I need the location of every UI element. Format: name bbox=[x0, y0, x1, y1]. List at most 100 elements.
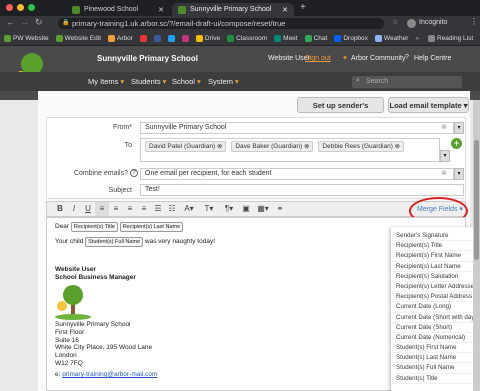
image-icon[interactable]: ▣ bbox=[239, 202, 253, 216]
combine-dropdown-icon[interactable]: ▾ bbox=[454, 168, 464, 180]
remove-icon[interactable]: ⊗ bbox=[395, 143, 400, 150]
incognito-label[interactable]: Incognito bbox=[419, 19, 447, 26]
community-link[interactable]: Arbor Community bbox=[351, 55, 405, 62]
reload-icon[interactable]: ↻ bbox=[35, 17, 43, 28]
body-line: Your child Student(s) Full Name was very… bbox=[55, 237, 215, 247]
bookmark-weather[interactable]: Weather bbox=[374, 34, 408, 42]
page-scrollbar[interactable] bbox=[473, 100, 480, 391]
tab-close-icon[interactable]: ✕ bbox=[158, 6, 164, 14]
instagram-icon[interactable] bbox=[181, 34, 189, 42]
nav-label: My Items bbox=[88, 77, 119, 86]
recipient-chip[interactable]: Dave Baker (Guardian) ⊗ bbox=[231, 141, 314, 152]
drive-icon bbox=[195, 34, 203, 42]
merge-field-item[interactable]: Current Date (Numerical) bbox=[391, 333, 480, 344]
font-color-icon[interactable]: A▾ bbox=[179, 202, 199, 216]
set-up-signature-button[interactable]: Set up sender's signature bbox=[297, 97, 384, 125]
browser-tab[interactable]: Pinewood School ✕ bbox=[66, 3, 170, 16]
scrollbar-thumb[interactable] bbox=[474, 140, 479, 260]
to-dropdown-icon[interactable]: ▾ bbox=[440, 150, 450, 162]
font-size-icon[interactable]: T▾ bbox=[199, 202, 219, 216]
school-name[interactable]: Sunnyville Primary School bbox=[97, 54, 198, 63]
help-icon[interactable]: ? bbox=[130, 169, 138, 177]
bookmark-website-edit[interactable]: Website Edit bbox=[55, 34, 101, 42]
merge-field-item[interactable]: Recipient(s) Postal Address bbox=[391, 292, 480, 303]
link-icon[interactable]: ⚭ bbox=[273, 202, 287, 216]
combine-select[interactable]: One email per recipient, for each studen… bbox=[140, 168, 454, 180]
bookmark-drive[interactable]: Drive bbox=[195, 34, 220, 42]
recipient-chip[interactable]: David Patel (Guardian) ⊗ bbox=[145, 141, 227, 152]
leaf-icon bbox=[4, 34, 11, 42]
twitter-icon[interactable] bbox=[167, 34, 175, 42]
remove-icon[interactable]: ⊗ bbox=[304, 143, 309, 150]
bookmark-classroom[interactable]: Classroom bbox=[227, 34, 267, 42]
merge-field-item[interactable]: Current Date (Long) bbox=[391, 302, 480, 313]
align-right-icon[interactable]: ≡ bbox=[123, 202, 137, 216]
youtube-icon[interactable] bbox=[139, 34, 147, 42]
maximize-window-icon[interactable] bbox=[28, 4, 35, 11]
clear-icon[interactable]: ⊗ bbox=[441, 169, 447, 179]
add-recipient-icon[interactable]: + bbox=[451, 138, 462, 149]
reading-list[interactable]: Reading List bbox=[428, 34, 473, 42]
sign-out-link[interactable]: Sign out bbox=[305, 55, 331, 62]
email-link[interactable]: primary-training@arbor-mail.com bbox=[62, 371, 157, 378]
star-icon[interactable]: ☆ bbox=[392, 18, 398, 26]
merge-field-item[interactable]: Current Date (Short) bbox=[391, 323, 480, 333]
bookmark-chat[interactable]: Chat bbox=[304, 34, 327, 42]
nav-my-items[interactable]: My Items ▾ bbox=[88, 77, 124, 86]
chevron-down-icon: ▾ bbox=[196, 77, 201, 86]
browser-tab-active[interactable]: Sunnyville Primary School ✕ bbox=[172, 3, 294, 16]
merge-tag[interactable]: Student(s) Full Name bbox=[85, 237, 144, 247]
help-centre-link[interactable]: Help Centre bbox=[414, 55, 451, 62]
menu-icon[interactable]: ⋮ bbox=[470, 17, 478, 26]
bold-icon[interactable]: B bbox=[53, 202, 67, 216]
merge-tag[interactable]: Recipient(s) Title bbox=[70, 222, 118, 232]
align-center-icon[interactable]: ≡ bbox=[109, 202, 123, 216]
merge-fields-menu: Sender's Signature Recipient(s) Title Re… bbox=[391, 227, 480, 391]
url-field[interactable]: 🔒 primary-training1.uk.arbor.sc/?/email-… bbox=[58, 18, 384, 29]
facebook-icon[interactable] bbox=[153, 34, 161, 42]
minimize-window-icon[interactable] bbox=[17, 4, 24, 11]
from-dropdown-icon[interactable]: ▾ bbox=[454, 122, 464, 134]
load-template-button[interactable]: Load email template ▾ bbox=[388, 97, 469, 113]
to-field[interactable]: David Patel (Guardian) ⊗ Dave Baker (Gua… bbox=[140, 138, 440, 162]
underline-icon[interactable]: U bbox=[81, 202, 95, 216]
bookmark-arbor[interactable]: Arbor bbox=[108, 34, 133, 42]
close-window-icon[interactable] bbox=[6, 4, 13, 11]
merge-field-item[interactable]: Recipient(s) Letter Addressee bbox=[391, 282, 480, 293]
paragraph-format-icon[interactable]: ¶▾ bbox=[219, 202, 239, 216]
merge-field-item[interactable]: Recipient(s) Salutation bbox=[391, 272, 480, 282]
merge-field-item[interactable]: Student(s) First Name bbox=[391, 343, 480, 354]
new-tab-button[interactable]: + bbox=[300, 2, 306, 13]
from-field[interactable]: Sunnyville Primary School ⊗ bbox=[140, 122, 454, 134]
table-icon[interactable]: ▦▾ bbox=[253, 202, 273, 216]
remove-icon[interactable]: ⊗ bbox=[217, 143, 222, 150]
tab-close-icon[interactable]: ✕ bbox=[282, 6, 288, 14]
more-bookmarks-icon[interactable]: » bbox=[415, 35, 419, 42]
bookmark-dropbox[interactable]: Dropbox bbox=[334, 34, 368, 42]
merge-field-item[interactable]: Sender's Signature bbox=[391, 231, 480, 242]
italic-icon[interactable]: I bbox=[67, 202, 81, 216]
bullet-list-icon[interactable]: ☰ bbox=[151, 202, 165, 216]
merge-field-item[interactable]: Student(s) Title bbox=[391, 374, 480, 384]
forward-icon[interactable]: → bbox=[20, 17, 29, 27]
merge-field-item[interactable]: Recipient(s) Last Name bbox=[391, 262, 480, 272]
align-left-icon[interactable]: ≡ bbox=[95, 202, 109, 216]
merge-tag[interactable]: Recipient(s) Last Name bbox=[119, 222, 184, 232]
numbered-list-icon[interactable]: ☷ bbox=[165, 202, 179, 216]
merge-field-item[interactable]: Recipient(s) Title bbox=[391, 241, 480, 252]
bookmark-pw-website[interactable]: PW Website bbox=[4, 34, 49, 42]
search-input[interactable]: ⌕ Search bbox=[352, 76, 462, 88]
clear-icon[interactable]: ⊗ bbox=[441, 123, 447, 133]
back-icon[interactable]: ← bbox=[6, 17, 15, 27]
subject-input[interactable]: Test! bbox=[140, 184, 464, 196]
nav-school[interactable]: School ▾ bbox=[172, 77, 201, 86]
justify-icon[interactable]: ≡ bbox=[137, 202, 151, 216]
merge-field-item[interactable]: Recipient(s) First Name bbox=[391, 251, 480, 262]
merge-field-item[interactable]: Student(s) Last Name bbox=[391, 353, 480, 364]
nav-students[interactable]: Students ▾ bbox=[131, 77, 166, 86]
bookmark-meet[interactable]: Meet bbox=[274, 34, 298, 42]
nav-system[interactable]: System ▾ bbox=[208, 77, 239, 86]
merge-field-item[interactable]: Student(s) Full Name bbox=[391, 363, 480, 374]
recipient-chip[interactable]: Debbie Rees (Guardian) ⊗ bbox=[318, 141, 405, 152]
merge-field-item[interactable]: Current Date (Short with day) bbox=[391, 313, 480, 323]
